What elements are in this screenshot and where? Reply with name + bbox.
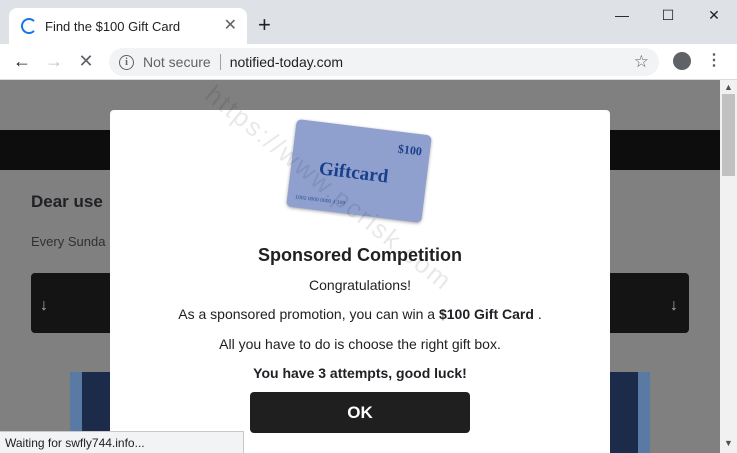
menu-icon[interactable]: ⋮ bbox=[706, 50, 722, 70]
scroll-thumb[interactable] bbox=[722, 94, 735, 176]
giftcard-amount: $100 bbox=[397, 141, 423, 159]
stop-loading-button[interactable]: ✕ bbox=[70, 46, 102, 78]
address-bar[interactable]: i Not secure notified-today.com ☆ bbox=[109, 48, 659, 76]
page-box-right[interactable]: ↓ bbox=[600, 273, 689, 333]
maximize-button[interactable]: ☐ bbox=[645, 0, 691, 30]
giftcard-number: 1002 0000 0000 1 109 bbox=[294, 194, 346, 207]
browser-tab[interactable]: Find the $100 Gift Card ✕ bbox=[9, 8, 247, 44]
attempts-text: You have 3 attempts, good luck! bbox=[253, 365, 467, 381]
tab-title: Find the $100 Gift Card bbox=[45, 18, 181, 34]
instructions-text: All you have to do is choose the right g… bbox=[219, 336, 501, 352]
giftcard-title: Giftcard bbox=[317, 158, 390, 188]
info-icon[interactable]: i bbox=[119, 54, 134, 70]
loading-spinner-icon bbox=[21, 18, 37, 34]
scroll-up-icon[interactable]: ▲ bbox=[724, 82, 733, 92]
vertical-scrollbar[interactable]: ▲ ▼ bbox=[720, 80, 737, 453]
page-subtext: Every Sunda bbox=[31, 234, 106, 249]
giftcard-image: $100 Giftcard 1002 0000 0000 1 109 bbox=[286, 119, 432, 223]
new-tab-button[interactable]: + bbox=[258, 14, 271, 36]
bookmark-star-icon[interactable]: ☆ bbox=[634, 52, 649, 72]
security-label[interactable]: Not secure bbox=[143, 54, 211, 70]
title-bar: Find the $100 Gift Card ✕ + — ☐ ✕ bbox=[0, 0, 737, 44]
congrats-text: Congratulations! bbox=[309, 277, 411, 293]
promo-prize: $100 Gift Card bbox=[438, 306, 534, 322]
window-controls: — ☐ ✕ bbox=[599, 0, 737, 30]
forward-button[interactable]: → bbox=[38, 46, 70, 78]
address-separator bbox=[219, 54, 221, 70]
minimize-button[interactable]: — bbox=[599, 0, 645, 30]
modal-heading: Sponsored Competition bbox=[258, 245, 462, 265]
promo-suffix: . bbox=[537, 306, 542, 322]
browser-toolbar: ← → ✕ i Not secure notified-today.com ☆ … bbox=[0, 44, 737, 80]
tab-close-icon[interactable]: ✕ bbox=[224, 18, 237, 34]
close-window-button[interactable]: ✕ bbox=[691, 0, 737, 30]
promo-prefix: As a sponsored promotion, you can win a bbox=[178, 306, 436, 322]
sponsored-competition-modal: $100 Giftcard 1002 0000 0000 1 109 Spons… bbox=[110, 110, 610, 453]
url-text[interactable]: notified-today.com bbox=[230, 54, 343, 70]
ok-button[interactable]: OK bbox=[250, 392, 470, 433]
promo-text: As a sponsored promotion, you can win a … bbox=[110, 306, 610, 322]
back-button[interactable]: ← bbox=[6, 46, 38, 78]
giftcard: $100 Giftcard 1002 0000 0000 1 109 bbox=[286, 119, 432, 223]
status-bar: Waiting for swfly744.info... bbox=[0, 431, 244, 453]
account-icon[interactable] bbox=[673, 52, 691, 70]
page-heading: Dear use bbox=[31, 192, 103, 211]
scroll-down-icon[interactable]: ▼ bbox=[724, 438, 733, 448]
